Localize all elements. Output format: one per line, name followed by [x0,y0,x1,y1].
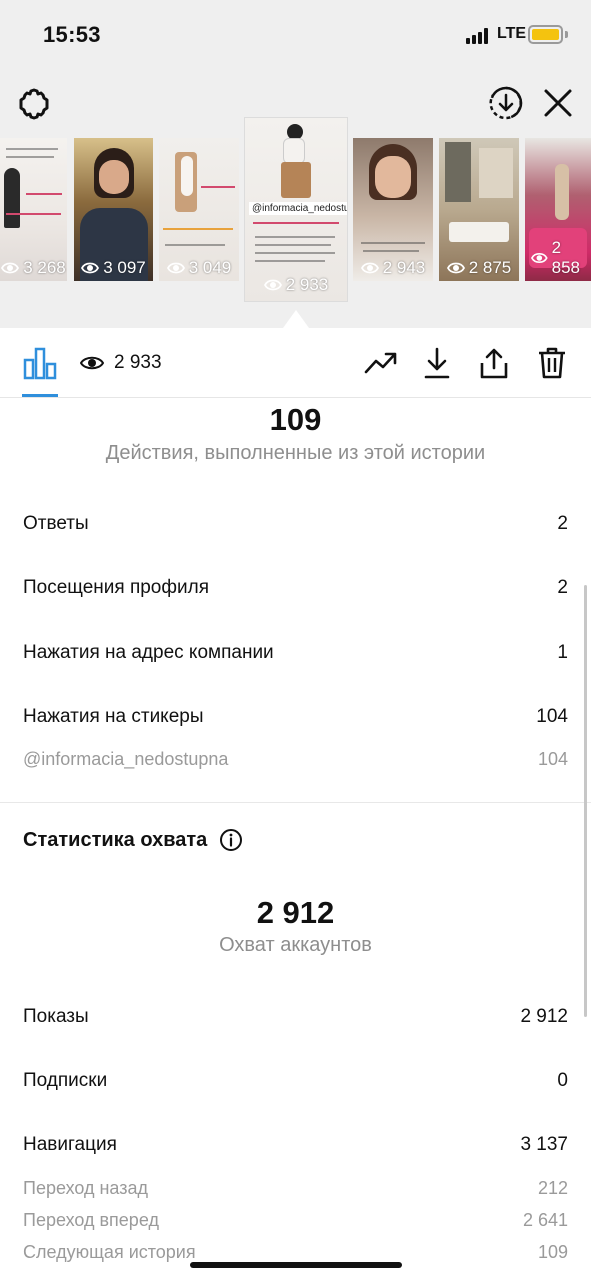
stat-label: Показы [23,1006,89,1027]
stat-row-replies: Ответы 2 [23,513,568,535]
stat-row-sticker-taps: Нажатия на стикеры 104 [23,706,568,728]
story-thumbnail-selected[interactable]: @informacia_nedostupna 2 933 [245,118,347,301]
stat-value: 1 [557,642,568,663]
stat-value: 109 [537,1242,568,1262]
stat-value: 2 [557,513,568,534]
story-thumbnail[interactable]: 3 049 [159,138,239,281]
bar-chart-icon [23,347,57,380]
eye-icon [166,262,185,274]
viewers-count[interactable]: 2 933 [114,352,162,374]
stat-label: Нажатия на адрес компании [23,642,274,663]
stat-row-impressions: Показы 2 912 [23,1006,568,1028]
stat-row-forward: Переход вперед 2 641 [23,1210,568,1231]
share-icon [480,348,508,379]
selected-pointer [283,310,309,328]
eye-icon [531,253,548,263]
thumbnail-views: 3 049 [188,258,232,277]
signal-icon [466,28,492,44]
thumbnail-views: 2 943 [382,258,426,277]
stat-value: 104 [537,749,568,769]
close-button[interactable] [538,83,578,123]
interactions-caption: Действия, выполненные из этой истории [105,442,486,464]
story-mention-tag: @informacia_nedostupna [249,202,347,215]
eye-icon [263,279,282,291]
eye-icon [446,262,465,274]
story-thumbnail[interactable]: 3 268 [0,138,67,281]
stat-label: Следующая история [23,1242,196,1262]
stat-value: 0 [557,1070,568,1091]
stat-label: Подписки [23,1070,108,1091]
reach-caption: Охват аккаунтов [219,934,372,956]
download-icon [424,347,450,379]
story-thumbnail[interactable]: 2 943 [353,138,433,281]
network-type: LTE [497,25,527,42]
stat-row-sticker-mention: @informacia_nedostupna 104 [23,749,568,770]
reach-title: Статистика охвата [23,828,208,851]
insights-toolbar: 2 933 [0,328,591,398]
section-divider [0,802,591,803]
trash-icon [539,347,565,379]
close-icon [544,89,572,117]
battery-icon [528,25,563,44]
story-thumbnails: 3 268 3 097 3 049 @informacia_nedostu 2 … [0,118,591,308]
reach-section-title: Статистика охвата [23,828,243,852]
viewers-eye-icon [80,356,104,370]
stat-label: Навигация [23,1134,117,1155]
scrollbar[interactable] [584,585,587,1017]
save-story-button[interactable] [486,83,526,123]
stat-value: 2 641 [522,1210,568,1230]
info-icon[interactable] [219,828,243,852]
status-bar: 15:53 LTE [0,0,591,72]
stat-row-next-story: Следующая история 109 [23,1242,568,1263]
stat-label: @informacia_nedostupna [23,749,229,769]
stat-label: Нажатия на стикеры [23,706,204,727]
stat-label: Посещения профиля [23,577,209,598]
promote-button[interactable] [362,344,400,382]
thumbnail-views: 2 933 [285,275,329,294]
story-header-area: 15:53 LTE 3 268 3 097 3 049 @informacia_… [0,0,591,328]
download-circle-icon [489,86,523,120]
active-tab-indicator [22,394,58,397]
eye-icon [1,262,20,274]
story-thumbnail[interactable]: 2 875 [439,138,519,281]
status-time: 15:53 [43,22,101,47]
thumbnail-views: 3 268 [23,258,66,277]
thumbnail-views: 3 097 [103,258,146,277]
story-thumbnail[interactable]: 3 097 [74,138,153,281]
stat-label: Ответы [23,513,89,534]
delete-button[interactable] [533,344,571,382]
stat-value: 104 [536,706,568,727]
eye-icon [360,262,379,274]
thumbnail-views: 2 858 [551,238,581,277]
stat-row-follows: Подписки 0 [23,1070,568,1092]
stat-row-profile-visits: Посещения профиля 2 [23,577,568,599]
stat-row-back: Переход назад 212 [23,1178,568,1199]
home-indicator[interactable] [190,1262,402,1268]
interactions-total: 109 [269,402,322,437]
stat-row-navigation: Навигация 3 137 [23,1134,568,1156]
stat-label: Переход вперед [23,1210,159,1230]
stat-label: Переход назад [23,1178,149,1198]
stat-value: 2 [557,577,568,598]
stat-value: 2 912 [520,1006,568,1027]
share-button[interactable] [475,344,513,382]
story-thumbnail[interactable]: 2 858 [525,138,591,281]
stat-value: 212 [537,1178,568,1198]
download-button[interactable] [418,344,456,382]
settings-button[interactable] [14,84,54,124]
thumbnail-views: 2 875 [468,258,512,277]
insights-tab[interactable] [22,346,58,380]
gear-icon [19,88,49,120]
stat-row-address-taps: Нажатия на адрес компании 1 [23,642,568,664]
stat-value: 3 137 [520,1134,568,1155]
reach-total: 2 912 [256,895,335,930]
eye-icon [81,262,100,274]
trend-icon [364,352,397,374]
